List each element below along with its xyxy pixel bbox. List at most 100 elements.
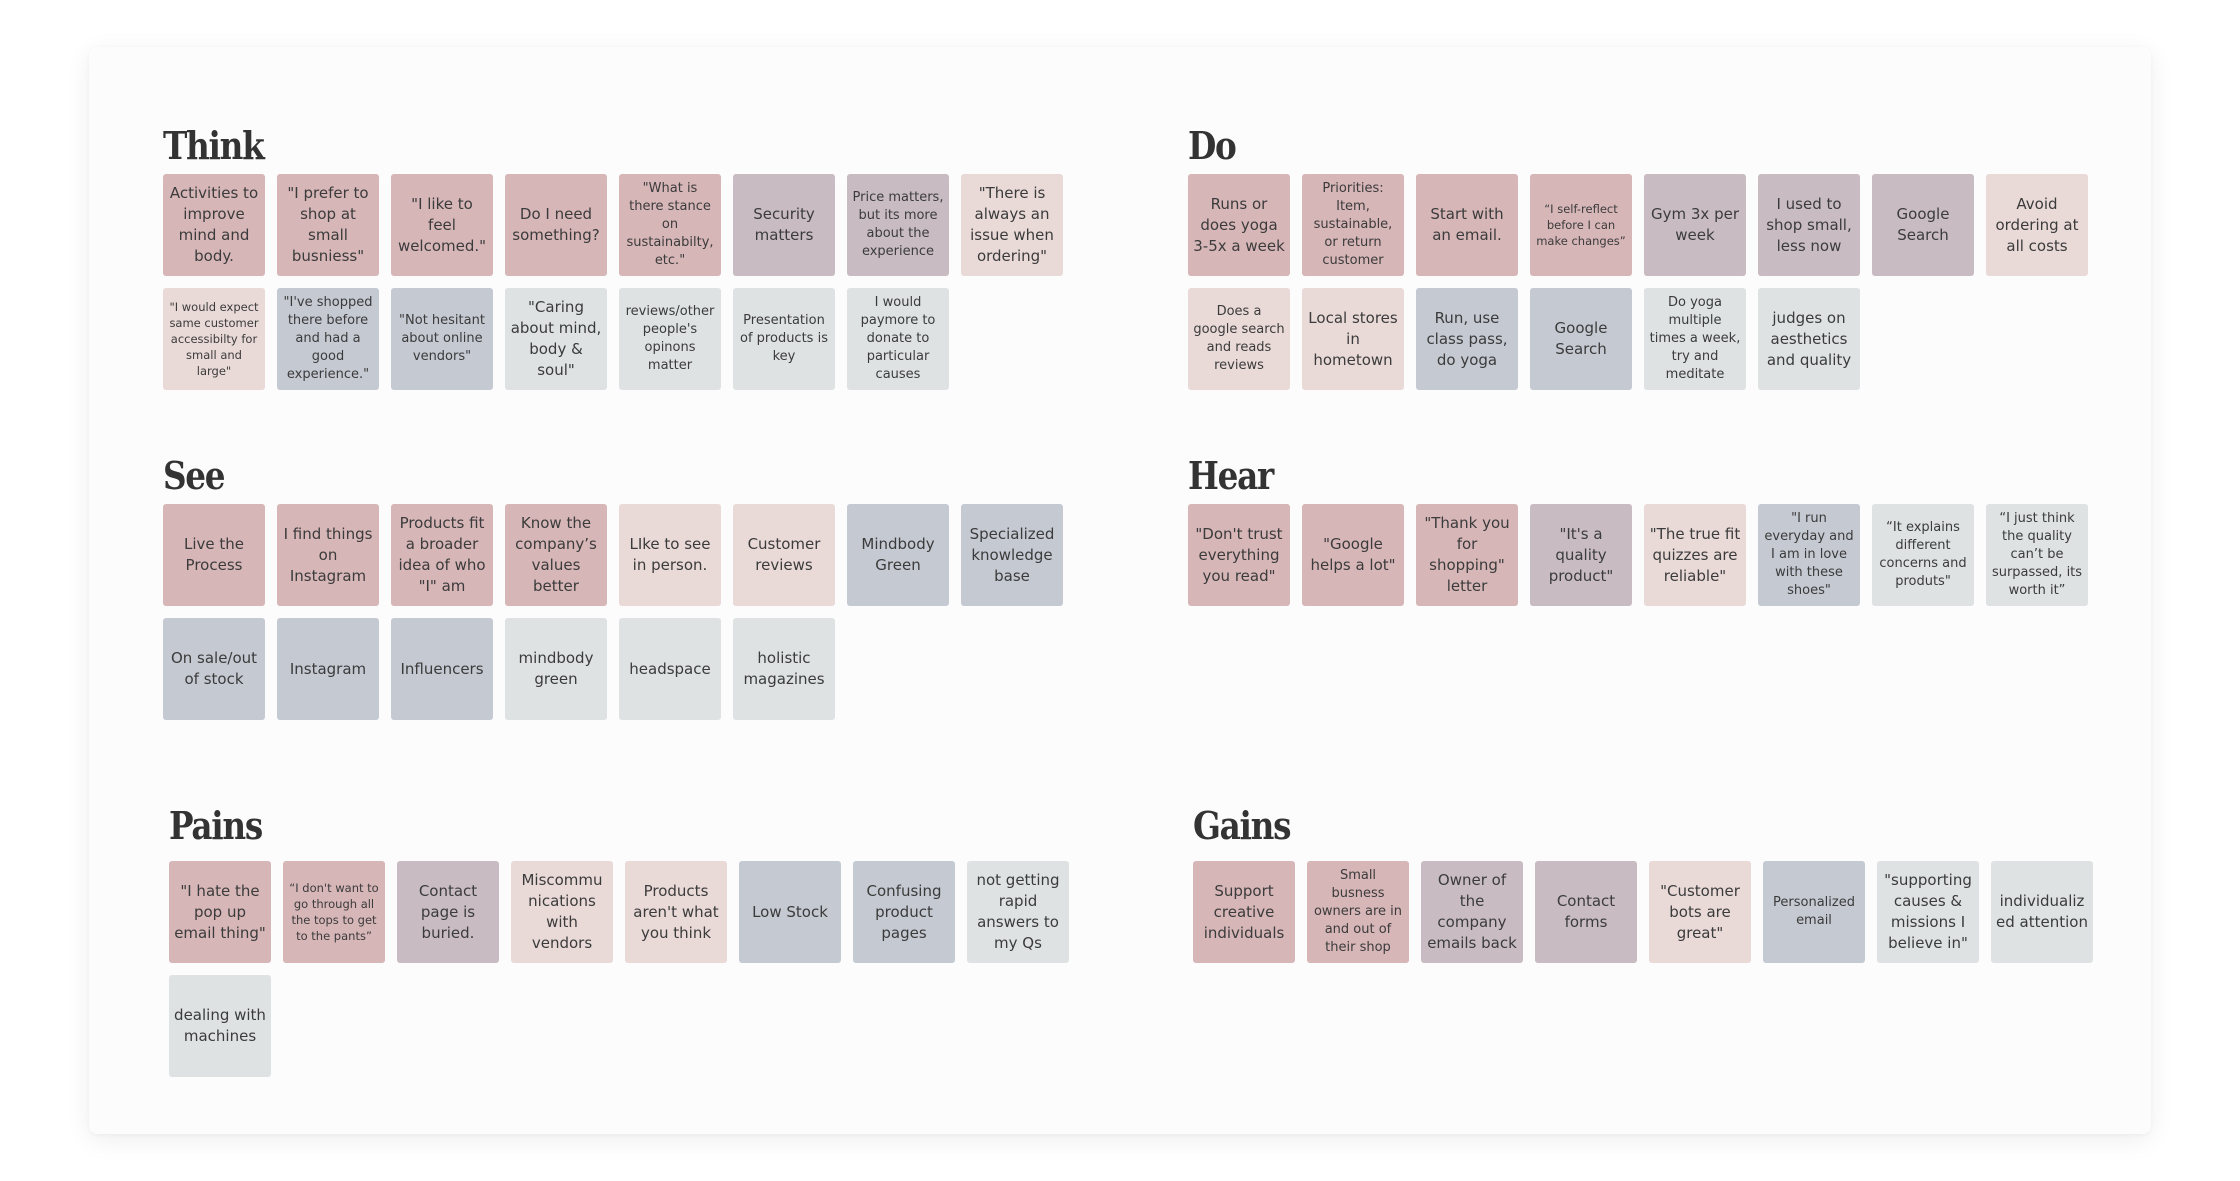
sticky-note[interactable]: "Don't trust everything you read" [1188, 504, 1290, 606]
sticky-note[interactable]: I find things on Instagram [277, 504, 379, 606]
sticky-note[interactable]: Security matters [733, 174, 835, 276]
sticky-note[interactable]: dealing with machines [169, 975, 271, 1077]
sticky-note[interactable]: Google Search [1872, 174, 1974, 276]
sticky-note-text: Google Search [1896, 205, 1950, 244]
sticky-note[interactable]: Avoid ordering at all costs [1986, 174, 2088, 276]
sticky-note[interactable]: "I hate the pop up email thing" [169, 861, 271, 963]
sticky-note[interactable]: Price matters, but its more about the ex… [847, 174, 949, 276]
sticky-note[interactable]: Does a google search and reads reviews [1188, 288, 1290, 390]
section-title-see: See [163, 453, 226, 498]
sticky-note[interactable]: Activities to improve mind and body. [163, 174, 265, 276]
notes-grid-hear: "Don't trust everything you read" "Google… [1188, 504, 2088, 606]
sticky-note[interactable]: Local stores in hometown [1302, 288, 1404, 390]
sticky-note[interactable]: "Caring about mind, body & soul" [505, 288, 607, 390]
sticky-note-text: "What is there stance on sustainabilty, … [626, 181, 714, 268]
sticky-note-text: Avoid ordering at all costs [1995, 194, 2079, 255]
sticky-note[interactable]: Gym 3x per week [1644, 174, 1746, 276]
sticky-note[interactable]: "Thank you for shopping" letter [1416, 504, 1518, 606]
sticky-note[interactable]: Live the Process [163, 504, 265, 606]
sticky-note[interactable]: Miscommu nications with vendors [511, 861, 613, 963]
sticky-note[interactable]: Customer reviews [733, 504, 835, 606]
sticky-note-text: dealing with machines [174, 1006, 266, 1045]
sticky-note[interactable]: "I would expect same customer accessibil… [163, 288, 265, 390]
sticky-note[interactable]: Run, use class pass, do yoga [1416, 288, 1518, 390]
sticky-note[interactable]: Contact page is buried. [397, 861, 499, 963]
sticky-note[interactable]: reviews/other people's opinons matter [619, 288, 721, 390]
sticky-note-text: Specialized knowledge base [969, 524, 1055, 585]
sticky-note-text: Runs or does yoga 3-5x a week [1193, 194, 1285, 255]
sticky-note[interactable]: Low Stock [739, 861, 841, 963]
sticky-note-text: Do yoga multiple times a week, try and m… [1649, 295, 1741, 382]
sticky-note[interactable]: "I've shopped there before and had a goo… [277, 288, 379, 390]
sticky-note[interactable]: not getting rapid answers to my Qs [967, 861, 1069, 963]
sticky-note[interactable]: I would paymore to donate to particular … [847, 288, 949, 390]
sticky-note[interactable]: “I just think the quality can’t be surpa… [1986, 504, 2088, 606]
sticky-note[interactable]: "There is always an issue when ordering" [961, 174, 1063, 276]
sticky-note[interactable]: headspace [619, 618, 721, 720]
sticky-note[interactable]: Personalized email [1763, 861, 1865, 963]
sticky-note[interactable]: Do yoga multiple times a week, try and m… [1644, 288, 1746, 390]
sticky-note[interactable]: "The true fit quizzes are reliable" [1644, 504, 1746, 606]
sticky-note[interactable]: Instagram [277, 618, 379, 720]
sticky-note-text: Contact page is buried. [418, 881, 478, 942]
sticky-note-text: Live the Process [183, 535, 244, 574]
sticky-note[interactable]: Contact forms [1535, 861, 1637, 963]
sticky-note-text: individualiz ed attention [1996, 892, 2088, 931]
sticky-note[interactable]: On sale/out of stock [163, 618, 265, 720]
sticky-note[interactable]: Small busness owners are in and out of t… [1307, 861, 1409, 963]
sticky-note[interactable]: "It's a quality product" [1530, 504, 1632, 606]
sticky-note[interactable]: "I prefer to shop at small busniess" [277, 174, 379, 276]
sticky-note[interactable]: “I don't want to go through all the tops… [283, 861, 385, 963]
sticky-note-text: "The true fit quizzes are reliable" [1649, 524, 1741, 585]
sticky-note[interactable]: "I run everyday and I am in love with th… [1758, 504, 1860, 606]
sticky-note[interactable]: Runs or does yoga 3-5x a week [1188, 174, 1290, 276]
sticky-note[interactable]: "I like to feel welcomed." [391, 174, 493, 276]
sticky-note-text: “I just think the quality can’t be surpa… [1991, 511, 2083, 598]
sticky-note[interactable]: judges on aesthetics and quality [1758, 288, 1860, 390]
sticky-note-text: “I don't want to go through all the tops… [289, 881, 379, 943]
sticky-note-text: reviews/other people's opinons matter [625, 304, 715, 373]
sticky-note-text: "supporting causes & missions I believe … [1884, 871, 1972, 952]
sticky-note-text: "Not hesitant about online vendors" [399, 313, 485, 364]
sticky-note[interactable]: "Customer bots are great" [1649, 861, 1751, 963]
sticky-note[interactable]: Google Search [1530, 288, 1632, 390]
sticky-note[interactable]: Products aren't what you think [625, 861, 727, 963]
notes-grid-do: Runs or does yoga 3-5x a week Priorities:… [1188, 174, 2088, 390]
sticky-note-text: Customer reviews [747, 535, 821, 574]
sticky-note[interactable]: Support creative individuals [1193, 861, 1295, 963]
sticky-note[interactable]: Owner of the company emails back [1421, 861, 1523, 963]
sticky-note-text: Activities to improve mind and body. [169, 184, 259, 265]
sticky-note[interactable]: “I self-reflect before I can make change… [1530, 174, 1632, 276]
sticky-note[interactable]: Do I need something? [505, 174, 607, 276]
sticky-note[interactable]: I used to shop small, less now [1758, 174, 1860, 276]
sticky-note-text: Priorities: Item, sustainable, or return… [1313, 181, 1393, 268]
sticky-note-text: Miscommu nications with vendors [521, 871, 603, 952]
sticky-note-text: Small busness owners are in and out of t… [1313, 868, 1403, 955]
sticky-note-text: Run, use class pass, do yoga [1426, 308, 1508, 369]
sticky-note-text: Presentation of products is key [740, 313, 828, 364]
sticky-note[interactable]: Priorities: Item, sustainable, or return… [1302, 174, 1404, 276]
sticky-note[interactable]: Confusing product pages [853, 861, 955, 963]
notes-grid-think: Activities to improve mind and body. "I p… [163, 174, 1063, 390]
sticky-note[interactable]: holistic magazines [733, 618, 835, 720]
sticky-note[interactable]: “It explains different concerns and prod… [1872, 504, 1974, 606]
sticky-note[interactable]: mindbody green [505, 618, 607, 720]
sticky-note[interactable]: Products fit a broader idea of who "I" a… [391, 504, 493, 606]
sticky-note[interactable]: Presentation of products is key [733, 288, 835, 390]
sticky-note[interactable]: Start with an email. [1416, 174, 1518, 276]
sticky-note[interactable]: Know the company’s values better [505, 504, 607, 606]
sticky-note[interactable]: "Not hesitant about online vendors" [391, 288, 493, 390]
sticky-note[interactable]: "What is there stance on sustainabilty, … [619, 174, 721, 276]
sticky-note[interactable]: Specialized knowledge base [961, 504, 1063, 606]
sticky-note[interactable]: Mindbody Green [847, 504, 949, 606]
notes-grid-pains: "I hate the pop up email thing" “I don't … [169, 861, 1069, 1077]
sticky-note[interactable]: LIke to see in person. [619, 504, 721, 606]
empathy-map-board: Think Activities to improve mind and bod… [89, 47, 2151, 1134]
sticky-note[interactable]: individualiz ed attention [1991, 861, 2093, 963]
sticky-note-text: "Customer bots are great" [1660, 881, 1740, 942]
sticky-note-text: I would paymore to donate to particular … [860, 295, 936, 382]
sticky-note[interactable]: Influencers [391, 618, 493, 720]
sticky-note[interactable]: "Google helps a lot" [1302, 504, 1404, 606]
sticky-note-text: Know the company’s values better [515, 514, 597, 595]
sticky-note[interactable]: "supporting causes & missions I believe … [1877, 861, 1979, 963]
